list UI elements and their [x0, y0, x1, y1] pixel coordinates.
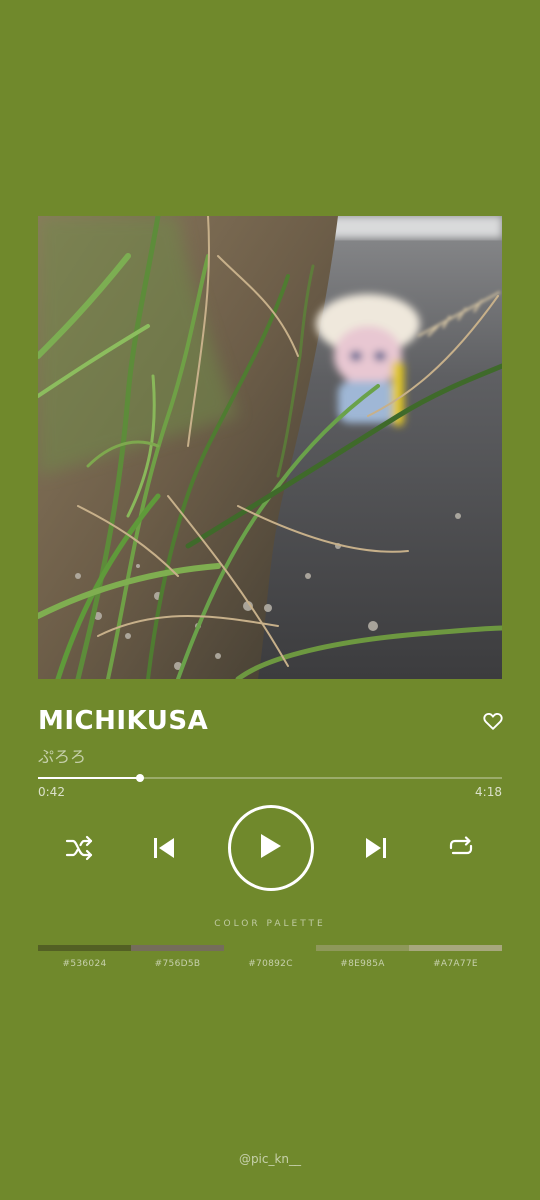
favorite-button[interactable]	[482, 710, 504, 732]
progress-fill	[38, 777, 141, 779]
palette-swatch-code: #A7A77E	[433, 959, 478, 969]
heart-outline-icon	[483, 712, 503, 730]
palette-swatch	[316, 945, 409, 951]
skip-previous-icon	[154, 838, 174, 858]
play-icon	[261, 834, 281, 858]
palette-swatch-code: #536024	[62, 959, 107, 969]
total-time: 4:18	[475, 785, 502, 799]
color-palette-label: COLOR PALETTE	[214, 919, 326, 929]
shuffle-button[interactable]	[65, 835, 95, 865]
palette-swatch-code: #8E985A	[340, 959, 385, 969]
next-button[interactable]	[364, 836, 388, 864]
repeat-button[interactable]	[448, 836, 474, 862]
palette-swatch-code: #756D5B	[154, 959, 201, 969]
palette-swatch	[38, 945, 131, 951]
photo-credit: @pic_kn__	[238, 1152, 302, 1166]
progress-knob[interactable]	[136, 774, 145, 782]
artwork-photo	[38, 216, 502, 679]
repeat-icon	[449, 836, 473, 855]
track-title: MICHIKUSA	[38, 706, 209, 736]
album-artwork	[38, 216, 502, 679]
play-button[interactable]	[228, 805, 314, 891]
elapsed-time: 0:42	[38, 785, 65, 799]
palette-swatch-code: #70892C	[248, 959, 293, 969]
palette-swatch	[224, 945, 317, 951]
skip-next-icon	[366, 838, 386, 858]
palette-swatch	[409, 945, 502, 951]
progress-bar[interactable]	[38, 774, 502, 782]
shuffle-icon	[65, 835, 93, 861]
previous-button[interactable]	[152, 836, 176, 864]
track-artist: ぷろろ	[38, 747, 87, 766]
palette-swatch	[131, 945, 224, 951]
